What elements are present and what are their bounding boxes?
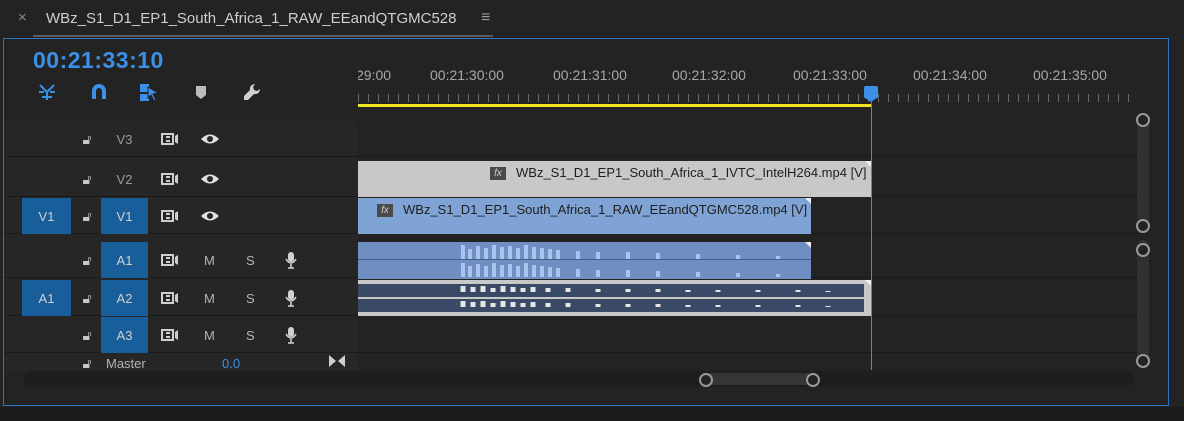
lock-icon[interactable]: 🔓︎ bbox=[78, 198, 96, 234]
video-clip-v1[interactable]: fx WBz_S1_D1_EP1_South_Africa_1_RAW_EEand… bbox=[358, 198, 811, 234]
solo-button[interactable]: S bbox=[246, 317, 255, 353]
track-target-v2[interactable]: V2 bbox=[101, 161, 148, 197]
ruler-label: 29:00 bbox=[358, 67, 392, 83]
video-tracks-scrollbar[interactable] bbox=[1137, 116, 1149, 231]
audio-tracks-scrollbar[interactable] bbox=[1137, 240, 1149, 366]
scroll-handle[interactable] bbox=[1136, 219, 1150, 233]
audio-clip-a1[interactable] bbox=[358, 242, 811, 279]
voice-over-record-icon[interactable] bbox=[282, 280, 300, 316]
ruler-label: 00:21:33:00 bbox=[793, 67, 867, 83]
track-headers: 🔓︎ V3 🔓︎ V2 V1 🔓︎ V1 🔓︎ A1 M S A1 🔓︎ A2 … bbox=[4, 121, 358, 371]
mute-button[interactable]: M bbox=[204, 242, 215, 278]
ruler-label: 00:21:34:00 bbox=[913, 67, 987, 83]
settings-wrench-icon[interactable] bbox=[239, 80, 265, 104]
zoom-handle-right[interactable] bbox=[806, 373, 820, 387]
zoom-scroll-thumb[interactable] bbox=[705, 373, 813, 385]
track-header-a3: 🔓︎ A3 M S bbox=[4, 317, 358, 353]
track-target-a2[interactable]: A2 bbox=[101, 280, 148, 316]
solo-button[interactable]: S bbox=[246, 280, 255, 316]
track-target-a1[interactable]: A1 bbox=[101, 242, 148, 278]
mute-button[interactable]: M bbox=[204, 317, 215, 353]
audio-waveform bbox=[358, 245, 811, 277]
clip-name: WBz_S1_D1_EP1_South_Africa_1_RAW_EEandQT… bbox=[403, 202, 808, 217]
solo-button[interactable]: S bbox=[246, 242, 255, 278]
zoom-to-frame-icon[interactable] bbox=[326, 355, 348, 371]
track-target-v3[interactable]: V3 bbox=[101, 121, 148, 157]
fx-badge: fx bbox=[490, 167, 506, 181]
track-target-v1[interactable]: V1 bbox=[101, 198, 148, 234]
audio-waveform bbox=[460, 286, 831, 307]
sequence-tab-title[interactable]: WBz_S1_D1_EP1_South_Africa_1_RAW_EEandQT… bbox=[46, 10, 457, 27]
video-clip-v2[interactable]: fx WBz_S1_D1_EP1_South_Africa_1_IVTC_Inte… bbox=[358, 161, 871, 197]
track-lane-v3[interactable] bbox=[358, 121, 1138, 157]
panel-menu-icon[interactable]: ≡ bbox=[481, 9, 490, 27]
audio-clip-a2[interactable] bbox=[358, 280, 871, 316]
lock-icon[interactable]: 🔓︎ bbox=[78, 317, 96, 353]
time-ruler[interactable]: 29:00 00:21:30:00 00:21:31:00 00:21:32:0… bbox=[358, 58, 1138, 106]
lock-icon[interactable]: 🔓︎ bbox=[78, 121, 96, 157]
active-tab-indicator bbox=[33, 35, 493, 37]
panel-bottom-strip bbox=[0, 407, 1184, 421]
track-header-a1: 🔓︎ A1 M S bbox=[4, 242, 358, 278]
close-tab-icon[interactable]: × bbox=[18, 9, 27, 26]
master-track-label: Master bbox=[106, 355, 146, 371]
sync-lock-icon[interactable] bbox=[158, 198, 182, 234]
sync-lock-icon[interactable] bbox=[158, 161, 182, 197]
sync-lock-icon[interactable] bbox=[158, 242, 182, 278]
lock-icon[interactable]: 🔓︎ bbox=[78, 280, 96, 316]
master-volume-value[interactable]: 0.0 bbox=[222, 355, 240, 371]
scroll-handle[interactable] bbox=[1136, 243, 1150, 257]
source-patch-v1[interactable]: V1 bbox=[22, 198, 71, 234]
zoom-handle-left[interactable] bbox=[699, 373, 713, 387]
track-header-a2: A1 🔓︎ A2 M S bbox=[4, 280, 358, 316]
vertical-scrollbars bbox=[1134, 113, 1152, 368]
voice-over-record-icon[interactable] bbox=[282, 317, 300, 353]
linked-selection-icon[interactable] bbox=[136, 80, 162, 104]
track-target-a3[interactable]: A3 bbox=[101, 317, 148, 353]
ruler-label: 00:21:31:00 bbox=[553, 67, 627, 83]
playhead-line bbox=[871, 102, 872, 370]
lock-icon[interactable]: 🔓︎ bbox=[78, 161, 96, 197]
sync-lock-icon[interactable] bbox=[158, 121, 182, 157]
horizontal-zoom-scrollbar[interactable] bbox=[24, 371, 1134, 387]
snap-magnet-icon[interactable] bbox=[86, 80, 112, 104]
ruler-label: 00:21:32:00 bbox=[672, 67, 746, 83]
playhead-timecode[interactable]: 00:21:33:10 bbox=[33, 47, 164, 74]
track-header-v1: V1 🔓︎ V1 bbox=[4, 198, 358, 234]
insert-overwrite-icon[interactable] bbox=[34, 80, 60, 104]
toggle-output-eye-icon[interactable] bbox=[198, 161, 222, 197]
toggle-output-eye-icon[interactable] bbox=[198, 121, 222, 157]
scroll-handle[interactable] bbox=[1136, 113, 1150, 127]
lock-icon[interactable]: 🔓︎ bbox=[78, 355, 96, 371]
toggle-output-eye-icon[interactable] bbox=[198, 198, 222, 234]
sync-lock-icon[interactable] bbox=[158, 317, 182, 353]
scroll-handle[interactable] bbox=[1136, 354, 1150, 368]
clip-name: WBz_S1_D1_EP1_South_Africa_1_IVTC_IntelH… bbox=[516, 165, 867, 180]
lock-icon[interactable]: 🔓︎ bbox=[78, 242, 96, 278]
track-header-v2: 🔓︎ V2 bbox=[4, 161, 358, 197]
ruler-label: 00:21:35:00 bbox=[1033, 67, 1107, 83]
work-area-bar[interactable] bbox=[358, 104, 871, 107]
track-lane-a3[interactable] bbox=[358, 317, 1138, 353]
track-header-master: 🔓︎ Master 0.0 bbox=[4, 355, 358, 371]
ruler-label: 00:21:30:00 bbox=[430, 67, 504, 83]
sync-lock-icon[interactable] bbox=[158, 280, 182, 316]
voice-over-record-icon[interactable] bbox=[282, 242, 300, 278]
source-patch-a1[interactable]: A1 bbox=[22, 280, 71, 316]
fx-badge: fx bbox=[377, 204, 393, 218]
ruler-ticks bbox=[358, 94, 1138, 102]
track-header-v3: 🔓︎ V3 bbox=[4, 121, 358, 157]
mute-button[interactable]: M bbox=[204, 280, 215, 316]
add-marker-icon[interactable] bbox=[188, 80, 214, 104]
